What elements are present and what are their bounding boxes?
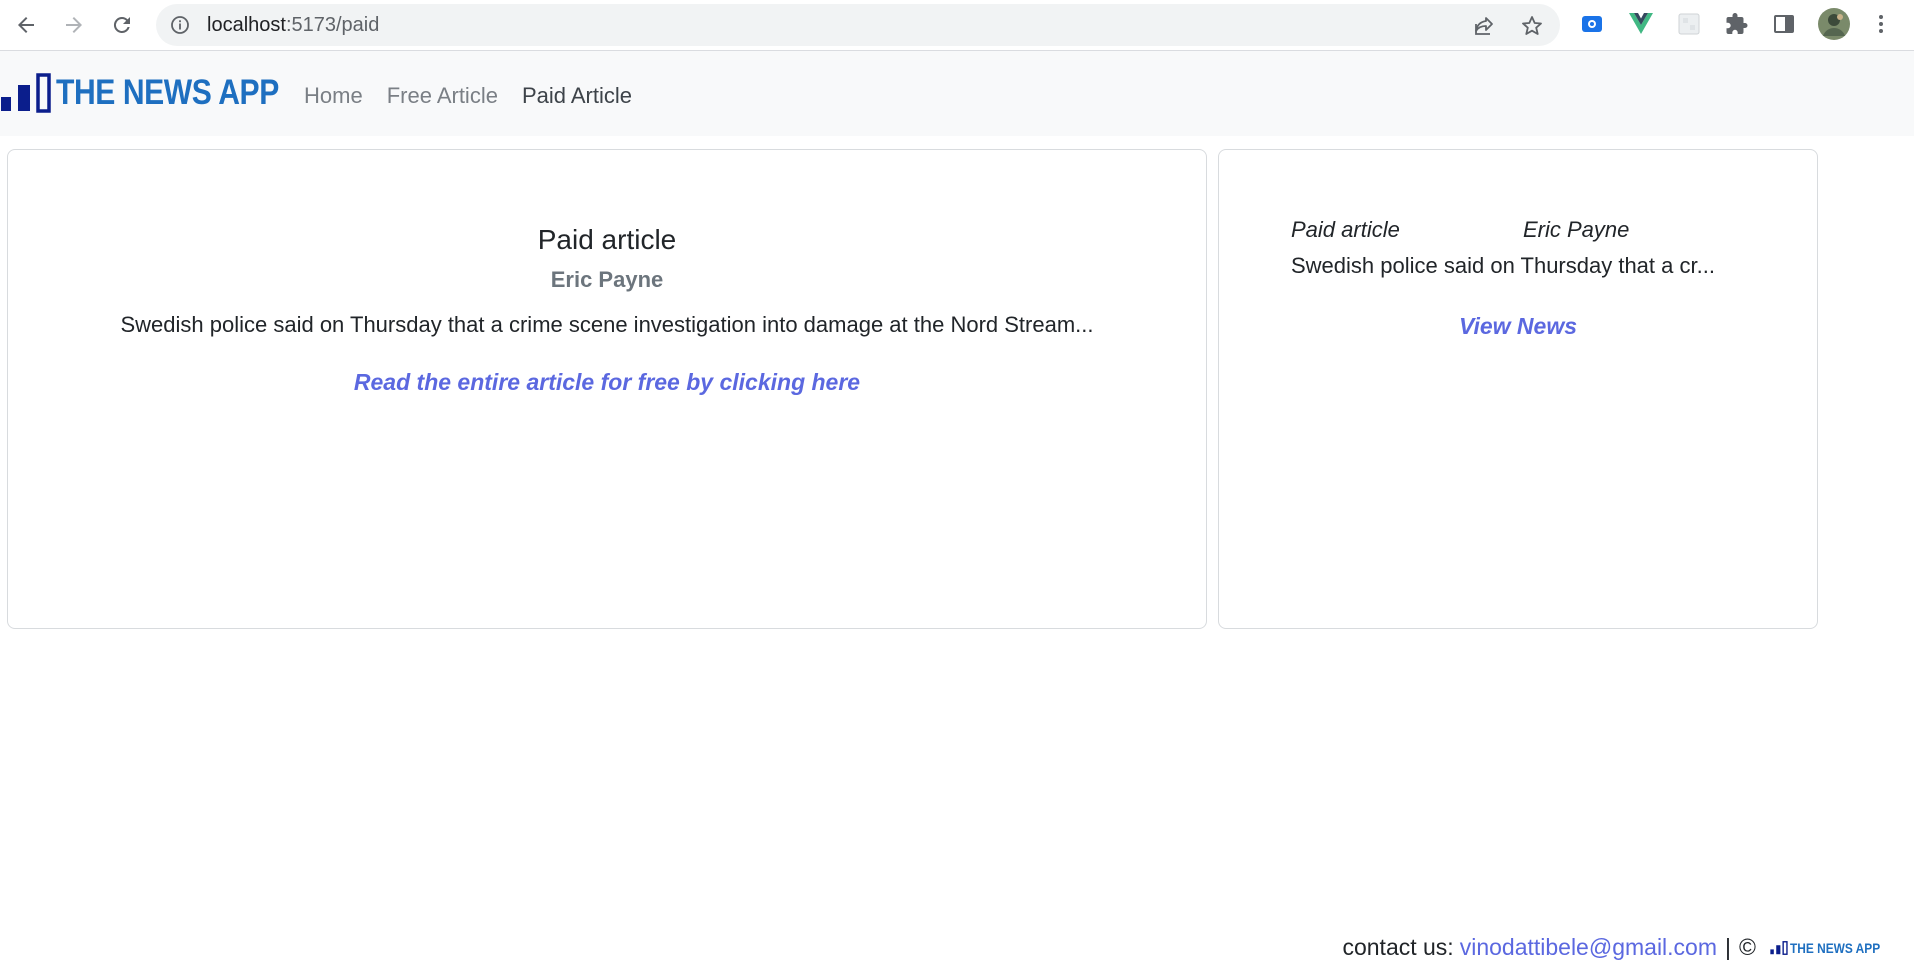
vue-devtools-extension-icon[interactable]	[1627, 10, 1655, 38]
forward-arrow-icon	[66, 17, 82, 33]
footer-brand-name: THE NEWS APP	[1789, 939, 1881, 956]
profile-button[interactable]	[1818, 8, 1850, 40]
contact-label: contact us:	[1342, 934, 1454, 960]
brand-bar-chart-logo-icon	[1, 73, 51, 113]
reload-button[interactable]	[107, 10, 137, 40]
site-info-icon[interactable]	[170, 15, 190, 35]
side-news-title: Paid article	[1291, 217, 1400, 242]
back-arrow-icon	[18, 17, 34, 33]
side-news-card: Paid article Eric Payne Swedish police s…	[1218, 149, 1818, 629]
copyright-symbol: ©	[1739, 934, 1756, 960]
article-title: Paid article	[537, 224, 677, 255]
menu-kebab-icon	[1879, 15, 1883, 33]
nav-links: Home Free Article Paid Article	[304, 83, 656, 109]
contact-email-link[interactable]: vinodattibele@gmail.com	[1460, 934, 1717, 961]
browser-toolbar: localhost:5173/paid	[0, 0, 1914, 51]
nav-link-paid-article[interactable]: Paid Article	[522, 83, 632, 109]
nav-link-home[interactable]: Home	[304, 83, 363, 109]
extensions-puzzle-icon	[1726, 13, 1748, 34]
vue-logo-icon	[1629, 13, 1653, 34]
footer: contact us: vinodattibele@gmail.com | © …	[1342, 934, 1896, 961]
url-text: localhost:5173/paid	[207, 15, 379, 35]
browser-menu-button[interactable]	[1867, 10, 1895, 38]
screen-capture-icon	[1582, 16, 1602, 32]
share-icon[interactable]	[1472, 14, 1496, 38]
url-path: :5173/paid	[285, 14, 380, 36]
side-panel-icon	[1774, 15, 1794, 33]
read-full-article-link[interactable]: Read the entire article for free by clic…	[8, 369, 1206, 396]
profile-avatar-icon	[1818, 8, 1850, 40]
side-news-excerpt: Swedish police said on Thursday that a c…	[1291, 253, 1715, 278]
back-button[interactable]	[11, 10, 41, 40]
url-host: localhost	[207, 14, 286, 36]
address-bar[interactable]: localhost:5173/paid	[156, 4, 1560, 46]
nav-link-free-article[interactable]: Free Article	[387, 83, 498, 109]
blank-extension-icon[interactable]	[1675, 10, 1703, 38]
view-news-link[interactable]: View News	[1219, 313, 1817, 340]
extensions-button[interactable]	[1723, 10, 1751, 38]
main-article-card: Paid article Eric Payne Swedish police s…	[7, 149, 1207, 629]
forward-button[interactable]	[59, 10, 89, 40]
article-excerpt: Swedish police said on Thursday that a c…	[120, 312, 1094, 337]
brand-name: THE NEWS APP	[56, 73, 279, 112]
footer-brand: THE NEWS APP	[1770, 940, 1896, 956]
screen-capture-extension-icon[interactable]	[1578, 10, 1606, 38]
side-news-author: Eric Payne	[1523, 217, 1630, 242]
article-author: Eric Payne	[550, 267, 664, 292]
brand[interactable]: THE NEWS APP	[0, 71, 315, 115]
side-panel-button[interactable]	[1770, 10, 1798, 38]
app-navbar: THE NEWS APP Home Free Article Paid Arti…	[0, 51, 1914, 136]
footer-separator: |	[1725, 934, 1731, 960]
footer-bar-chart-logo-icon	[1770, 940, 1788, 955]
bookmark-star-icon[interactable]	[1520, 14, 1544, 38]
reload-icon	[113, 16, 130, 33]
blank-extension-square-icon	[1678, 13, 1700, 35]
